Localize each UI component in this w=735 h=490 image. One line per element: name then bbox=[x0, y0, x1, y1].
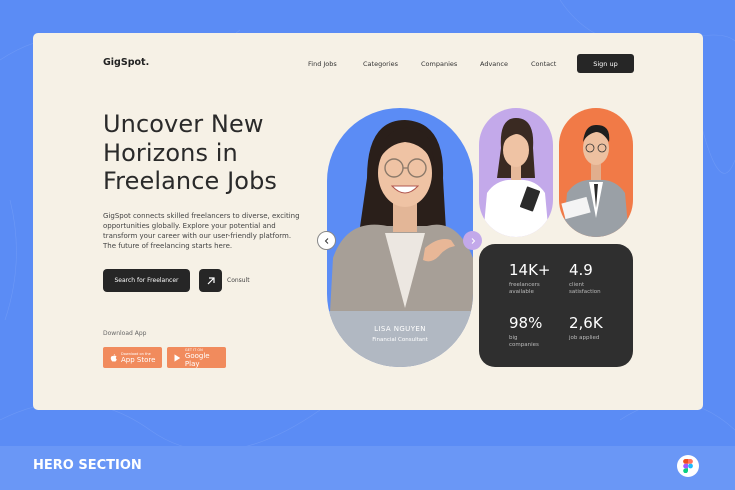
stat-freelancers: 14K+ freelancers available bbox=[509, 261, 551, 296]
google-play-button[interactable]: GET IT ON Google Play bbox=[167, 347, 226, 368]
figma-icon bbox=[683, 459, 693, 473]
stat-label: client satisfaction bbox=[569, 282, 601, 295]
stat-value: 98% bbox=[509, 314, 543, 332]
search-freelancer-button[interactable]: Search for Freelancer bbox=[103, 269, 190, 292]
featured-name: LISA NGUYEN bbox=[374, 325, 426, 333]
featured-freelancer-photo: LISA NGUYEN Financial Consultant bbox=[327, 108, 473, 367]
app-store-big-text: App Store bbox=[121, 355, 156, 364]
stat-label: freelancers available bbox=[509, 282, 540, 295]
stat-value: 2,6K bbox=[569, 314, 603, 332]
carousel-next-button[interactable] bbox=[463, 231, 482, 250]
consult-button[interactable] bbox=[199, 269, 222, 292]
signup-button[interactable]: Sign up bbox=[577, 54, 634, 73]
hero-title: Uncover New Horizons in Freelance Jobs bbox=[103, 110, 278, 195]
stat-value: 4.9 bbox=[569, 261, 593, 279]
freelancer-photo-woman bbox=[479, 108, 553, 237]
google-play-big-text: Google Play bbox=[184, 351, 210, 368]
stat-label: big companies bbox=[509, 335, 539, 348]
stats-panel: 14K+ freelancers available 4.9 client sa… bbox=[479, 244, 633, 367]
stat-label: job applied bbox=[569, 335, 600, 341]
arrow-up-right-icon bbox=[207, 276, 215, 284]
google-play-icon bbox=[174, 353, 181, 362]
nav-find-jobs[interactable]: Find Jobs bbox=[308, 60, 337, 68]
apple-icon bbox=[110, 353, 117, 362]
chevron-left-icon bbox=[324, 237, 328, 244]
featured-role: Financial Consultant bbox=[372, 337, 428, 343]
carousel-prev-button[interactable] bbox=[317, 231, 336, 250]
stat-satisfaction: 4.9 client satisfaction bbox=[569, 261, 609, 296]
freelancer-photo-man bbox=[559, 108, 633, 237]
app-store-button[interactable]: Download on the App Store bbox=[103, 347, 162, 368]
stat-companies: 98% big companies bbox=[509, 314, 549, 349]
nav-companies[interactable]: Companies bbox=[421, 60, 457, 68]
chevron-right-icon bbox=[471, 237, 475, 244]
nav-advance[interactable]: Advance bbox=[480, 60, 508, 68]
hero-card: GigSpot. Find Jobs Categories Companies … bbox=[33, 33, 703, 410]
nav-contact[interactable]: Contact bbox=[531, 60, 556, 68]
download-label: Download App bbox=[103, 330, 147, 337]
woman-with-folder-illustration bbox=[483, 118, 549, 237]
app-store-small-text: Download on the bbox=[121, 351, 151, 356]
stat-value: 14K+ bbox=[509, 261, 551, 279]
consult-label[interactable]: Consult bbox=[227, 277, 250, 284]
logo[interactable]: GigSpot. bbox=[103, 57, 149, 68]
stat-jobs-applied: 2,6K job applied bbox=[569, 314, 609, 342]
section-title: HERO SECTION bbox=[33, 458, 142, 473]
featured-name-tag: LISA NGUYEN Financial Consultant bbox=[327, 311, 473, 367]
man-with-papers-illustration bbox=[561, 124, 629, 237]
hero-description: GigSpot connects skilled freelancers to … bbox=[103, 212, 300, 250]
figma-badge bbox=[677, 455, 699, 477]
nav-categories[interactable]: Categories bbox=[363, 60, 398, 68]
